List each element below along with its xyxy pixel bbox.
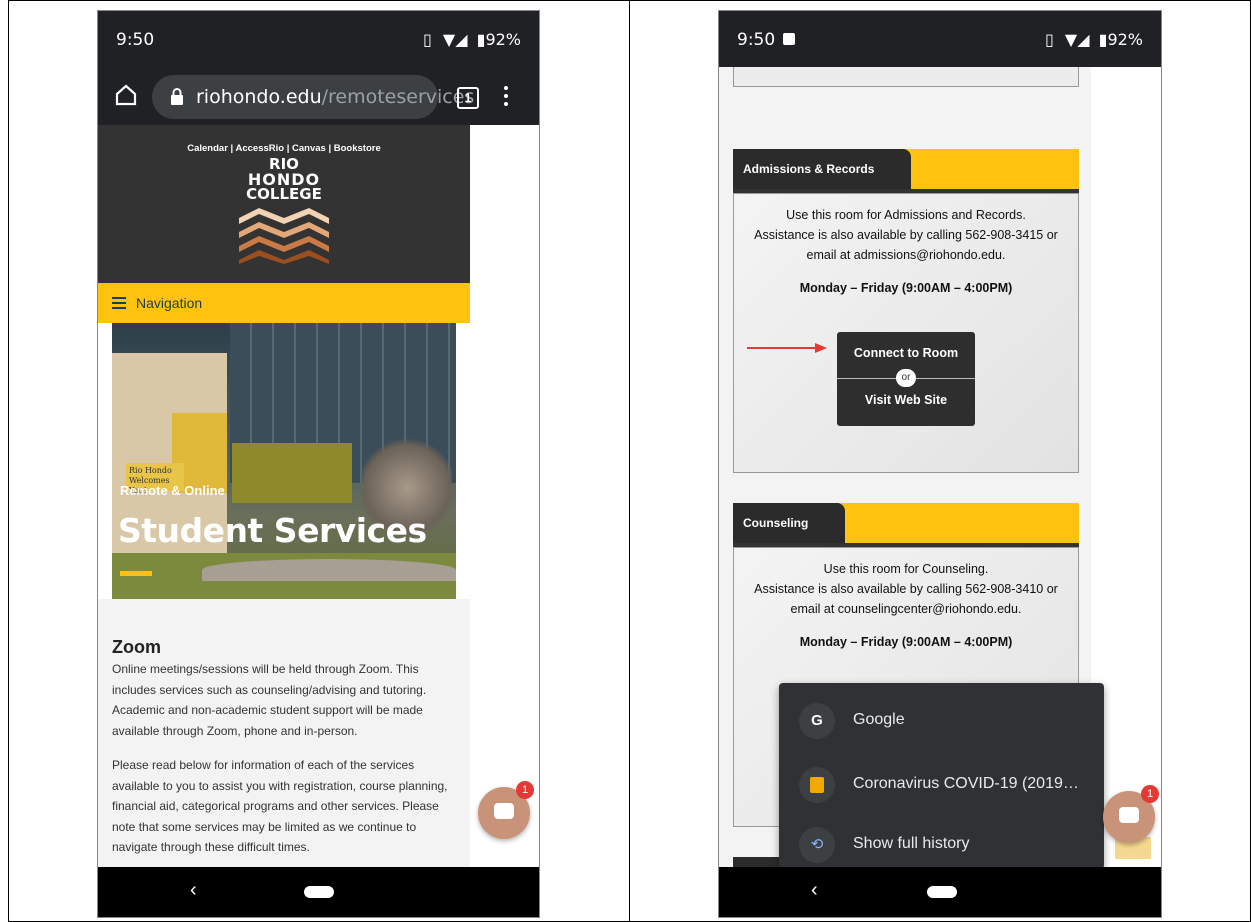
system-nav-bar: ‹ (719, 867, 1161, 917)
menu-icon[interactable] (504, 86, 510, 106)
battery-percent: 92% (485, 30, 521, 49)
status-time: 9:50 (116, 30, 155, 50)
zoom-section: Zoom Online meetings/sessions will be he… (98, 599, 470, 869)
home-icon[interactable] (114, 83, 138, 107)
site-header: Calendar | AccessRio | Canvas | Bookstor… (98, 125, 470, 283)
hero-title: Student Services (118, 511, 427, 550)
history-item-google[interactable]: G Google (779, 701, 1104, 741)
status-bar: 9:50 ▯ ▼◢ ▮92% (719, 11, 1161, 67)
history-item-label: Coronavirus COVID-19 (2019… (853, 775, 1079, 792)
battery-percent: 92% (1107, 30, 1143, 49)
back-icon[interactable]: ‹ (811, 879, 818, 902)
tab-count: 1 (464, 91, 472, 105)
status-icons: ▯ ▼◢ ▮92% (423, 30, 521, 49)
signal-icon: ◢ (455, 30, 468, 49)
counseling-title: Counseling (733, 503, 845, 543)
status-time: 9:50 (737, 30, 776, 50)
or-badge: or (896, 369, 916, 387)
college-logo[interactable]: RIO HONDO COLLEGE (228, 157, 340, 266)
left-phone-screen: 9:50 ▯ ▼◢ ▮92% riohondo.edu/remoteservic… (97, 10, 540, 918)
link-accessrio[interactable]: AccessRio (235, 143, 284, 154)
entrance (232, 443, 352, 503)
history-menu: G Google Coronavirus COVID-19 (2019… ⟲ S… (779, 683, 1104, 869)
hamburger-icon (112, 297, 126, 309)
wifi-icon: ▼ (442, 30, 456, 49)
admissions-title: Admissions & Records (733, 149, 911, 189)
visit-web-site-button[interactable]: Visit Web Site (837, 393, 975, 407)
admissions-box: Use this room for Admissions and Records… (733, 193, 1079, 473)
counseling-line-2: Assistance is also available by calling … (754, 582, 1058, 596)
counseling-line-1: Use this room for Counseling. (823, 562, 989, 576)
zoom-paragraph-2: Please read below for information of eac… (112, 758, 448, 854)
red-arrow-icon (747, 343, 827, 353)
room-button-group: Connect to Room or Visit Web Site (837, 332, 975, 426)
history-item-label: Google (853, 711, 905, 728)
hero-accent-bar (120, 571, 152, 576)
history-item-covid[interactable]: Coronavirus COVID-19 (2019… (779, 765, 1104, 805)
top-links: Calendar | AccessRio | Canvas | Bookstor… (187, 143, 381, 154)
google-icon: G (799, 703, 835, 739)
link-bookstore[interactable]: Bookstore (334, 143, 381, 154)
back-icon[interactable]: ‹ (190, 879, 197, 902)
admissions-email-line: email at admissions@riohondo.edu. (806, 248, 1006, 262)
status-icons: ▯ ▼◢ ▮92% (1045, 30, 1143, 49)
zoom-heading: Zoom (112, 637, 161, 657)
tab-count-button[interactable]: 1 (457, 87, 479, 109)
hero-subtitle: Remote & Online (120, 483, 225, 498)
chat-badge: 1 (1141, 785, 1159, 803)
chat-icon (1119, 807, 1139, 823)
lock-icon (171, 88, 183, 105)
home-pill[interactable] (927, 886, 957, 898)
vibrate-icon: ▯ (423, 30, 432, 49)
previous-section-box (733, 67, 1079, 87)
counseling-hours: Monday – Friday (9:00AM – 4:00PM) (799, 635, 1013, 649)
status-bar: 9:50 ▯ ▼◢ ▮92% (98, 11, 539, 69)
navigation-bar[interactable]: Navigation (98, 283, 470, 323)
right-phone-screen: 9:50 ▯ ▼◢ ▮92% Admissions & Records Use … (718, 10, 1162, 918)
chat-icon (494, 803, 514, 819)
vibrate-icon: ▯ (1045, 30, 1054, 49)
url-field[interactable]: riohondo.edu/remoteservices (152, 75, 474, 119)
counseling-email-line: email at counselingcenter@riohondo.edu. (790, 602, 1022, 616)
chat-button[interactable]: 1 (478, 781, 534, 839)
connect-to-room-button[interactable]: Connect to Room (837, 346, 975, 360)
counseling-header: Counseling (733, 503, 1079, 547)
zoom-paragraph-1: Online meetings/sessions will be held th… (112, 662, 427, 738)
navigation-label: Navigation (136, 295, 203, 311)
hero-image: Rio Hondo Welcomes You! Remote & Online … (112, 323, 456, 599)
wifi-icon: ▼ (1064, 30, 1078, 49)
admissions-header: Admissions & Records (733, 149, 1079, 193)
admissions-line-2: Assistance is also available by calling … (754, 228, 1058, 242)
admissions-line-1: Use this room for Admissions and Records… (786, 208, 1026, 222)
url-domain: riohondo.edu (196, 86, 322, 108)
url-path: /remoteservices (321, 86, 475, 108)
logo-waves-icon (239, 208, 329, 264)
image-notification-icon (783, 33, 795, 45)
history-item-label: Show full history (853, 835, 970, 852)
link-calendar[interactable]: Calendar (187, 143, 228, 154)
site-favicon-icon (799, 767, 835, 803)
browser-toolbar: riohondo.edu/remoteservices 1 (98, 69, 539, 125)
chat-button[interactable]: 1 (1103, 785, 1159, 843)
link-canvas[interactable]: Canvas (292, 143, 326, 154)
show-full-history-item[interactable]: ⟲ Show full history (779, 825, 1104, 865)
history-icon: ⟲ (799, 827, 835, 863)
admissions-hours: Monday – Friday (9:00AM – 4:00PM) (799, 281, 1013, 295)
signal-icon: ◢ (1077, 30, 1090, 49)
home-pill[interactable] (304, 886, 334, 898)
path (202, 559, 456, 581)
chat-badge: 1 (516, 781, 534, 799)
logo-line-3: COLLEGE (246, 185, 322, 203)
system-nav-bar: ‹ (98, 867, 539, 917)
